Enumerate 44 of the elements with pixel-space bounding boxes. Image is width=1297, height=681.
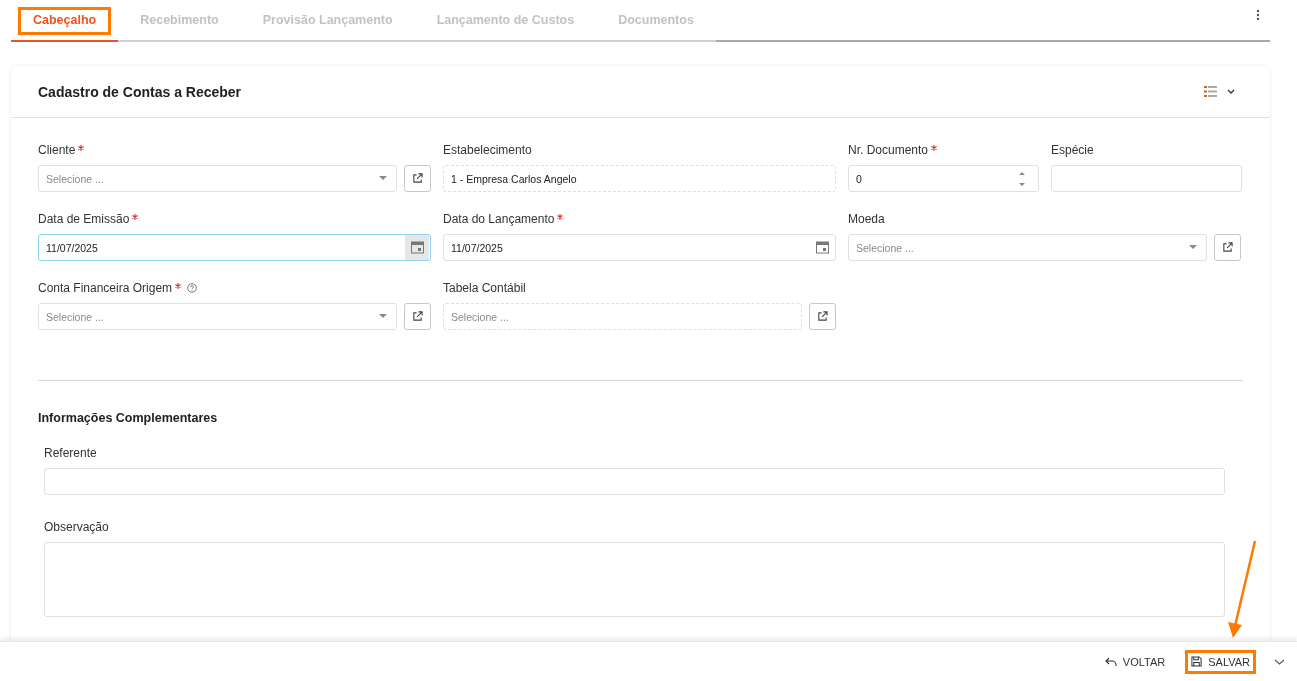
readonly-field[interactable]: 1 - Empresa Carlos Angelo	[443, 165, 836, 192]
external-link-icon	[412, 173, 423, 184]
select-field[interactable]: Selecione ...	[38, 303, 397, 330]
text-field[interactable]	[1051, 165, 1242, 192]
save-button[interactable]: SALVAR	[1185, 649, 1256, 674]
select-field[interactable]: Selecione ...	[848, 234, 1207, 261]
dropdown-caret-icon	[379, 314, 387, 319]
external-link-icon	[817, 311, 828, 322]
text-field[interactable]	[44, 468, 1225, 495]
field-label: Nr. Documento	[848, 143, 929, 157]
number-field[interactable]: 0	[848, 165, 1039, 192]
external-link-icon	[412, 311, 423, 322]
more-options-icon[interactable]	[1256, 9, 1260, 21]
field-label: Estabelecimento	[443, 143, 532, 157]
calendar-icon	[815, 241, 829, 254]
field-label: Tabela Contábil	[443, 281, 526, 295]
field-label: Data de Emissão	[38, 212, 130, 226]
field-label: Referente	[44, 446, 97, 460]
date-field[interactable]: 11/07/2025	[443, 234, 836, 261]
textarea-field[interactable]	[44, 542, 1225, 617]
field-label: Data do Lançamento	[443, 212, 555, 226]
field-label: Conta Financeira Origem	[38, 281, 173, 295]
field-label: Cliente	[38, 143, 76, 157]
open-link-button[interactable]	[1214, 234, 1241, 261]
open-link-button[interactable]	[809, 303, 836, 330]
section-title: Informações Complementares	[38, 411, 219, 425]
dropdown-caret-icon	[1189, 245, 1197, 250]
field-label: Moeda	[848, 212, 885, 226]
chevron-down-icon[interactable]	[1227, 89, 1235, 94]
list-icon[interactable]	[1204, 86, 1217, 97]
date-field[interactable]: 11/07/2025	[38, 234, 431, 261]
help-icon[interactable]	[187, 283, 198, 293]
open-link-button[interactable]	[404, 303, 431, 330]
readonly-field[interactable]: Selecione ...	[443, 303, 802, 330]
calendar-icon	[410, 241, 424, 254]
external-link-icon	[1222, 242, 1233, 253]
undo-arrow-icon	[1104, 656, 1117, 667]
select-field[interactable]: Selecione ...	[38, 165, 397, 192]
open-link-button[interactable]	[404, 165, 431, 192]
field-label: Espécie	[1051, 143, 1094, 157]
card-title: Cadastro de Contas a Receber	[38, 83, 242, 100]
dropdown-caret-icon	[379, 176, 387, 181]
field-label: Observação	[44, 520, 109, 534]
tab[interactable]: Cabeçalho	[11, 0, 119, 42]
